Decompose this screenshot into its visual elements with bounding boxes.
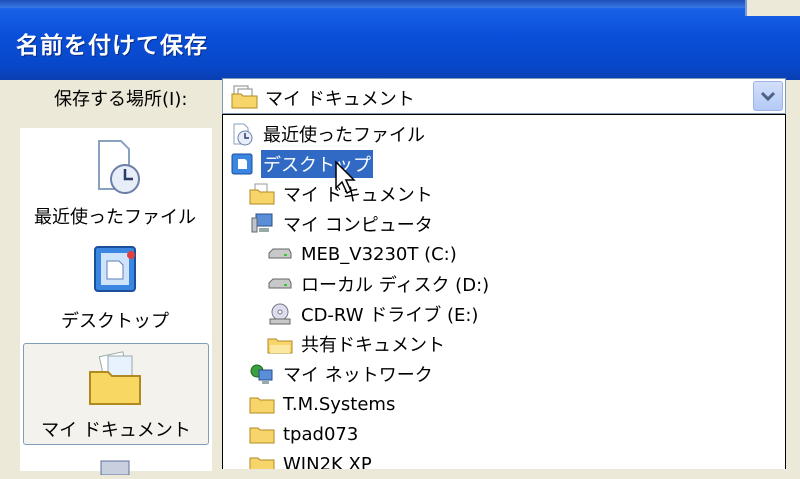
list-item-drive-e[interactable]: CD-RW ドライブ (E:) bbox=[267, 299, 480, 329]
mouse-cursor-icon bbox=[335, 160, 356, 195]
window-title: 名前を付けて保存 bbox=[16, 33, 208, 59]
list-item-label: CD-RW ドライブ (E:) bbox=[301, 305, 479, 326]
list-item-shared-documents[interactable]: 共有ドキュメント bbox=[267, 329, 447, 359]
list-item-win2k-xp[interactable]: WIN2K XP bbox=[249, 449, 374, 469]
desktop-icon bbox=[94, 246, 136, 292]
list-item-label: WIN2K XP bbox=[283, 453, 372, 470]
combobox-dropdown-button[interactable] bbox=[753, 81, 783, 111]
dialog-right-edge bbox=[786, 114, 800, 469]
list-item-drive-d[interactable]: ローカル ディスク (D:) bbox=[267, 269, 491, 299]
list-item-drive-c[interactable]: MEB_V3230T (C:) bbox=[267, 239, 459, 269]
list-item-my-computer[interactable]: マイ コンピュータ bbox=[249, 209, 435, 239]
shared-folder-icon bbox=[267, 332, 293, 356]
list-item-tpad073[interactable]: tpad073 bbox=[249, 419, 360, 449]
recent-documents-icon bbox=[229, 122, 255, 146]
list-item-label: マイ コンピュータ bbox=[283, 215, 433, 236]
my-documents-folder-icon bbox=[89, 351, 141, 405]
folder-icon bbox=[231, 84, 259, 110]
computer-icon bbox=[249, 212, 275, 236]
places-bar: 最近使ったファイル デスクトップ マイ ドキュメント bbox=[20, 128, 212, 476]
hard-drive-icon bbox=[267, 242, 293, 266]
computer-icon bbox=[100, 460, 130, 476]
list-item-label: ローカル ディスク (D:) bbox=[301, 275, 490, 296]
save-in-dropdown-list[interactable]: 最近使ったファイル デスクトップ マイ ドキュメント マイ コンピュータ MEB… bbox=[222, 114, 786, 469]
place-recent-label: 最近使ったファイル bbox=[34, 207, 196, 228]
place-desktop-label: デスクトップ bbox=[61, 311, 169, 332]
list-item-recent[interactable]: 最近使ったファイル bbox=[229, 119, 427, 149]
folder-icon bbox=[249, 182, 275, 206]
list-item-label: 共有ドキュメント bbox=[301, 335, 445, 356]
desktop-icon bbox=[229, 152, 255, 176]
network-icon bbox=[249, 362, 275, 386]
background-window-edge bbox=[745, 0, 800, 16]
folder-icon bbox=[249, 422, 275, 446]
place-my-documents[interactable]: マイ ドキュメント bbox=[23, 343, 209, 445]
folder-icon bbox=[249, 452, 275, 469]
save-in-label: 保存する場所(I): bbox=[54, 89, 188, 110]
title-bar: 名前を付けて保存 bbox=[0, 0, 800, 80]
list-item-label: T.M.Systems bbox=[283, 393, 396, 415]
place-desktop[interactable]: デスクトップ bbox=[23, 241, 207, 333]
place-my-computer-partial[interactable] bbox=[23, 455, 207, 479]
list-item-label: MEB_V3230T (C:) bbox=[301, 243, 457, 265]
place-my-documents-label: マイ ドキュメント bbox=[41, 420, 191, 441]
list-item-label: 最近使ったファイル bbox=[263, 125, 425, 146]
list-item-tm-systems[interactable]: T.M.Systems bbox=[249, 389, 397, 419]
list-item-label: tpad073 bbox=[283, 423, 359, 445]
cd-drive-icon bbox=[267, 302, 293, 326]
save-in-value: マイ ドキュメント bbox=[265, 89, 415, 110]
folder-icon bbox=[249, 392, 275, 416]
chevron-down-icon bbox=[760, 91, 776, 102]
recent-documents-icon bbox=[98, 140, 140, 194]
list-item-label: マイ ネットワーク bbox=[283, 365, 433, 386]
hard-drive-icon bbox=[267, 272, 293, 296]
place-recent[interactable]: 最近使ったファイル bbox=[23, 135, 207, 229]
title-bar-top-edge bbox=[0, 0, 800, 8]
list-item-my-network[interactable]: マイ ネットワーク bbox=[249, 359, 435, 389]
save-in-combobox[interactable]: マイ ドキュメント bbox=[222, 78, 786, 114]
